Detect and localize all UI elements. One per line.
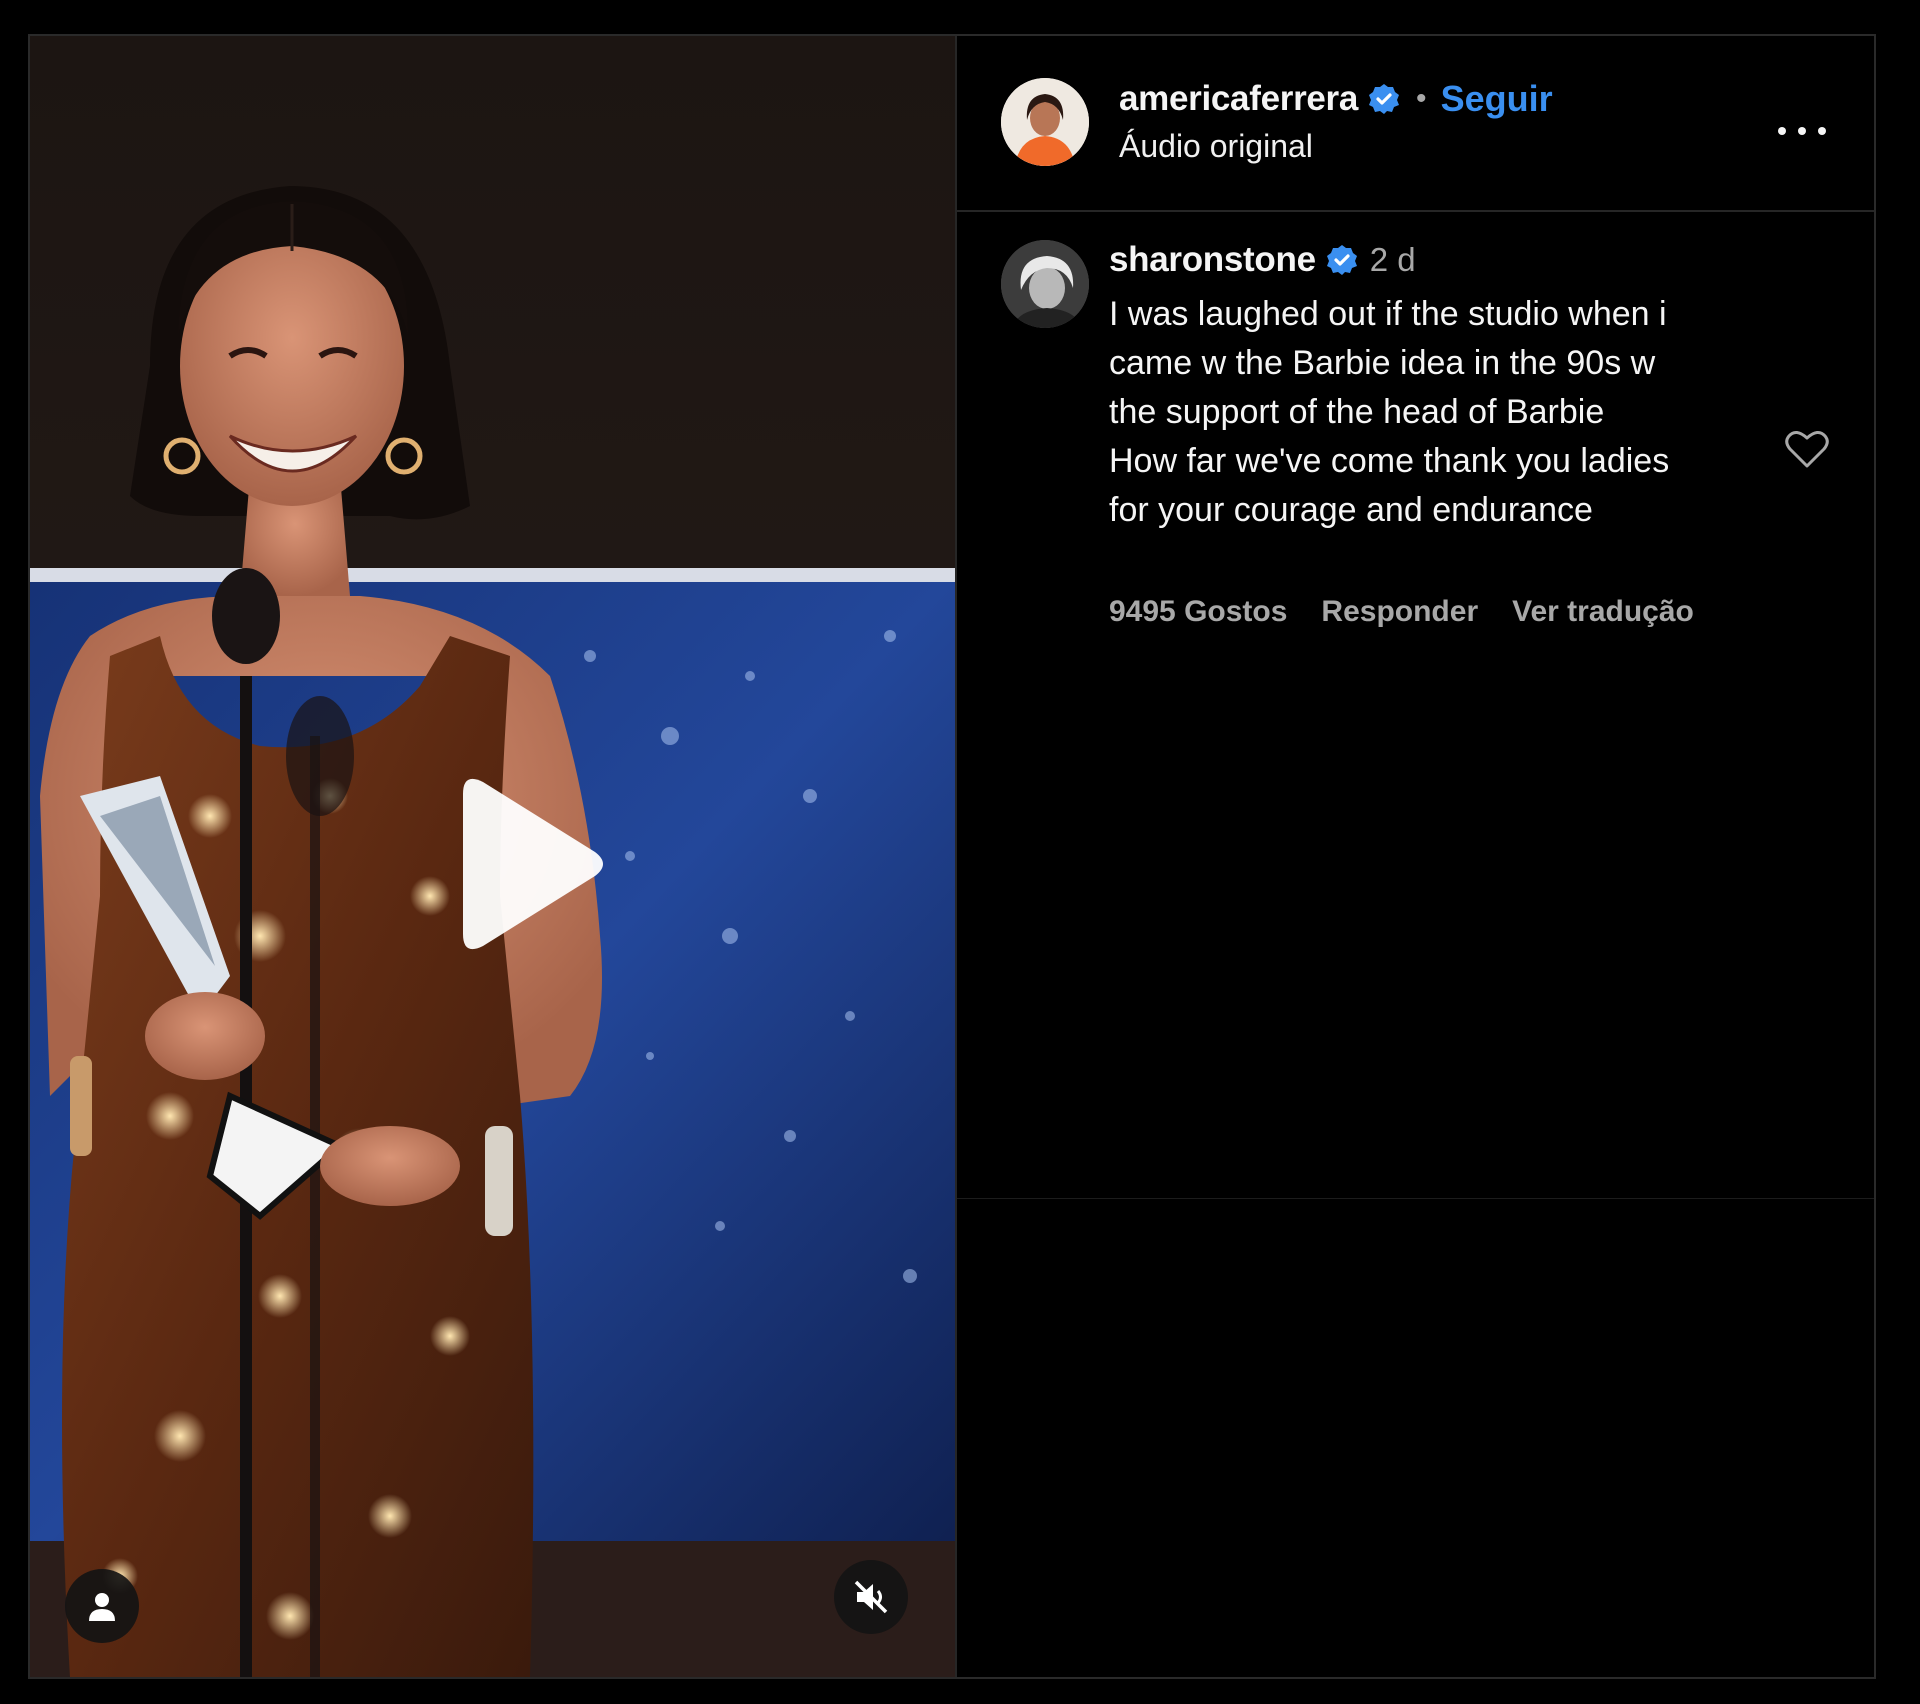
separator-dot: • [1416, 82, 1427, 115]
comment-timestamp[interactable]: 2 d [1370, 241, 1416, 279]
comment-actions: 9495 Gostos Responder Ver tradução [1109, 595, 1694, 629]
commenter-username[interactable]: sharonstone [1109, 240, 1316, 280]
comment-header: sharonstone 2 d [1109, 240, 1416, 280]
comment-likes-count[interactable]: 9495 Gostos [1109, 595, 1287, 629]
see-translation-button[interactable]: Ver tradução [1512, 595, 1694, 629]
speaker-muted-icon [854, 1580, 888, 1614]
more-dot [1778, 127, 1786, 135]
like-comment-button[interactable] [1784, 428, 1830, 470]
heart-outline-icon [1785, 431, 1829, 468]
user-tag-icon [89, 1593, 115, 1621]
divider [957, 1198, 1874, 1199]
author-avatar-image [1001, 78, 1089, 166]
author-username[interactable]: americaferrera [1119, 79, 1358, 119]
tagged-users-button[interactable] [65, 1569, 139, 1643]
commenter-avatar-image [1001, 240, 1089, 328]
comment-text: I was laughed out if the studio when i c… [1109, 295, 1670, 529]
more-dot [1798, 127, 1806, 135]
author-line: americaferrera • Seguir [1119, 78, 1553, 120]
follow-button[interactable]: Seguir [1441, 78, 1553, 120]
mute-button[interactable] [834, 1560, 908, 1634]
reel-video-player[interactable] [30, 36, 955, 1677]
reply-button[interactable]: Responder [1321, 595, 1478, 629]
post-modal: americaferrera • Seguir Áudio original s… [28, 34, 1876, 1679]
more-options-icon[interactable] [1778, 116, 1826, 146]
play-icon [463, 778, 603, 950]
play-button[interactable] [423, 764, 623, 964]
verified-badge-icon [1326, 245, 1357, 275]
post-details-panel: americaferrera • Seguir Áudio original s… [955, 36, 1874, 1677]
more-dot [1818, 127, 1826, 135]
audio-link[interactable]: Áudio original [1119, 128, 1313, 165]
author-avatar[interactable] [1001, 78, 1089, 166]
commenter-avatar[interactable] [1001, 240, 1089, 328]
verified-badge-icon [1369, 84, 1400, 114]
post-header: americaferrera • Seguir Áudio original [957, 36, 1874, 212]
